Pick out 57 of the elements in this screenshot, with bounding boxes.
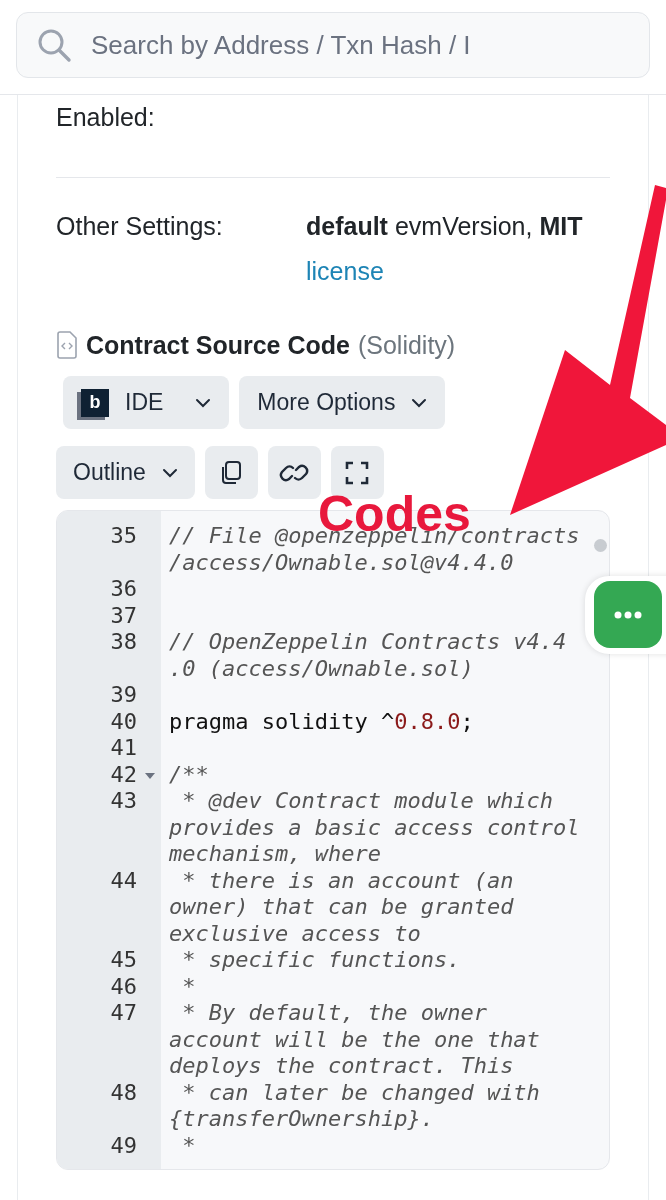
line-number: 49 bbox=[110, 1132, 137, 1159]
search-field[interactable]: Search by Address / Txn Hash / I bbox=[16, 12, 650, 78]
code-comment: /access/Ownable.sol@v4.4.0 bbox=[169, 549, 515, 576]
ide-dropdown-button[interactable]: b IDE bbox=[63, 376, 230, 429]
more-button[interactable] bbox=[594, 581, 662, 648]
code-comment: // OpenZeppelin Contracts v4.4 bbox=[169, 629, 567, 656]
setting-label: Other Settings: bbox=[56, 210, 224, 242]
line-number: 41 bbox=[110, 735, 137, 762]
code-comment: deploys the contract. This bbox=[169, 1053, 515, 1080]
line-number: 43 bbox=[110, 788, 137, 815]
copy-icon bbox=[219, 459, 244, 486]
code-comment: /** bbox=[169, 761, 209, 788]
line-number: 46 bbox=[110, 973, 137, 1000]
setting-value: default evmVersion, MIT bbox=[306, 210, 583, 242]
line-number: 40 bbox=[110, 708, 137, 735]
code-comment: * specific functions. bbox=[181, 947, 461, 974]
code-comment: provides a basic access control bbox=[169, 814, 580, 841]
code-comment: * there is an account (an bbox=[181, 867, 514, 894]
setting-label: Enabled: bbox=[56, 102, 156, 133]
chevron-down-icon bbox=[195, 397, 212, 408]
line-number: 36 bbox=[110, 576, 137, 603]
code-comment: * can later be changed with bbox=[181, 1079, 540, 1106]
line-number: 42 bbox=[110, 761, 137, 788]
line-number: 45 bbox=[110, 947, 137, 974]
license-link[interactable]: license bbox=[306, 253, 583, 291]
line-number: 39 bbox=[110, 682, 137, 709]
fold-arrow-icon[interactable] bbox=[145, 772, 155, 779]
chevron-down-icon bbox=[161, 467, 178, 478]
code-comment: * bbox=[181, 973, 196, 1000]
line-number: 35 bbox=[110, 523, 137, 550]
code-comment: owner) that can be granted bbox=[169, 894, 514, 921]
fullscreen-icon bbox=[345, 460, 370, 485]
line-number: 44 bbox=[110, 867, 137, 894]
line-number: 47 bbox=[110, 1000, 137, 1027]
scrollbar-thumb[interactable] bbox=[594, 539, 607, 552]
search-icon bbox=[36, 27, 72, 63]
chevron-down-icon bbox=[411, 397, 428, 408]
link-button[interactable] bbox=[267, 446, 321, 499]
more-icon bbox=[614, 610, 642, 619]
line-number: 48 bbox=[110, 1079, 137, 1106]
section-title: Contract Source Code bbox=[86, 329, 350, 361]
line-number: 38 bbox=[110, 629, 137, 656]
code-file-icon bbox=[56, 331, 78, 360]
code-comment: {transferOwnership}. bbox=[169, 1106, 435, 1133]
code-comment: * @dev Contract module which bbox=[181, 788, 555, 815]
code-comment: * By default, the owner bbox=[181, 1000, 488, 1027]
code-comment: .0 (access/Ownable.sol) bbox=[169, 655, 475, 682]
code-comment: * bbox=[181, 1132, 196, 1159]
copy-button[interactable] bbox=[204, 446, 258, 499]
language-label: (Solidity) bbox=[357, 329, 456, 361]
code-comment: exclusive access to bbox=[169, 920, 422, 947]
code-comment: mechanism, where bbox=[169, 841, 382, 868]
outline-dropdown-button[interactable]: Outline bbox=[56, 446, 195, 499]
code-comment: account will be the one that bbox=[169, 1026, 540, 1053]
line-number: 37 bbox=[110, 602, 137, 629]
more-options-button[interactable]: More Options bbox=[239, 376, 446, 429]
code-statement: pragma solidity ^0.8.0; bbox=[169, 708, 474, 735]
